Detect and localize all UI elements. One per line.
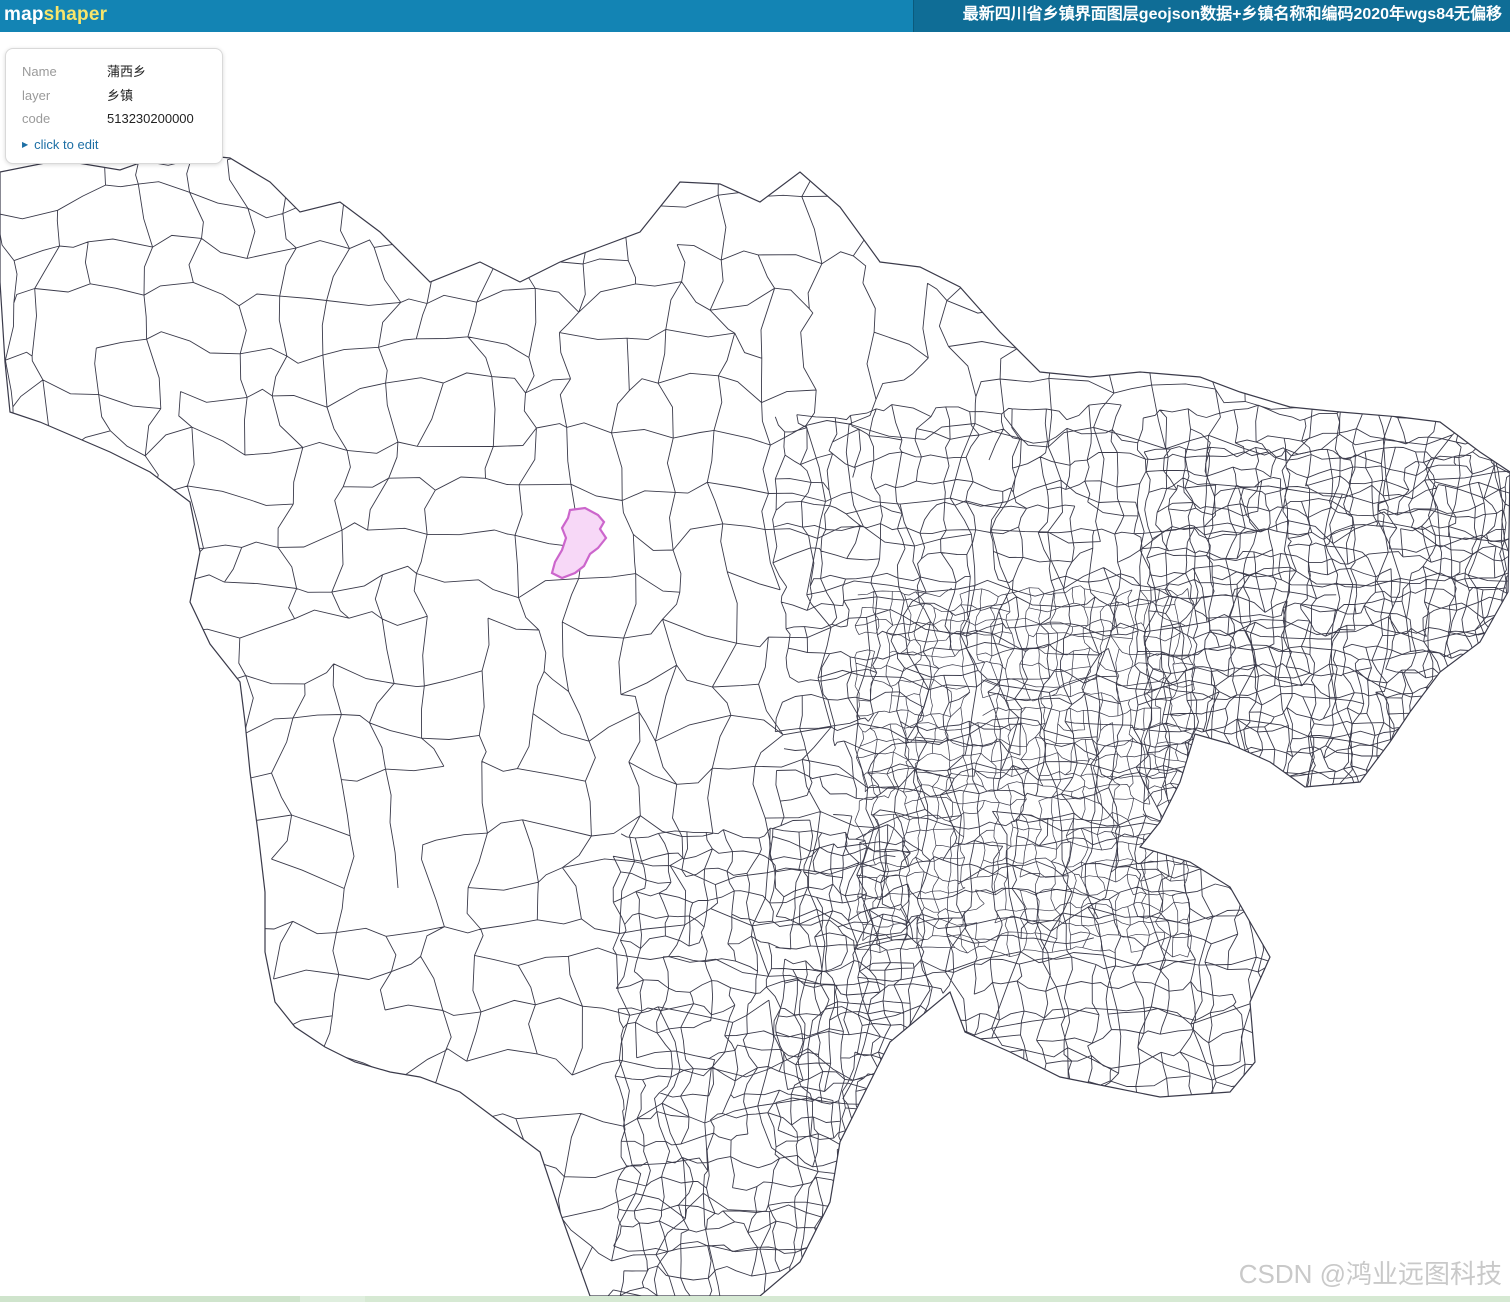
click-to-edit-link[interactable]: ▶ click to edit [22,137,98,153]
township-boundaries [0,152,1510,1296]
top-bar: mapshaper 最新四川省乡镇界面图层geojson数据+乡镇名称和编码20… [0,0,1510,32]
map-canvas[interactable] [0,32,1510,1296]
popup-value-code: 513230200000 [107,111,194,126]
bottom-strip-segment [365,1296,1510,1302]
township-boundary-lines [612,824,915,1296]
popup-key-code: code [22,111,51,126]
edit-link-label: click to edit [34,137,99,152]
popup-key-layer: layer [22,88,51,103]
selected-township-highlight[interactable] [550,506,608,580]
popup-key-name: Name [22,64,57,79]
mapshaper-app: mapshaper 最新四川省乡镇界面图层geojson数据+乡镇名称和编码20… [0,0,1510,1302]
expand-triangle-icon: ▶ [22,140,29,149]
township-boundary-lines [769,402,1510,1141]
township-boundary-map[interactable] [0,32,1510,1296]
map-title: 最新四川省乡镇界面图层geojson数据+乡镇名称和编码2020年wgs84无偏… [962,6,1502,23]
province-outline [0,151,1510,1296]
logo-main-text: map [4,4,44,25]
popup-value-layer: 乡镇 [107,88,134,103]
watermark: CSDN @鸿业远图科技 [1238,1259,1502,1289]
bottom-status-strip [0,1296,1510,1302]
logo-accent-text: shaper [43,4,108,25]
feature-info-popup: Name 蒲西乡 layer 乡镇 code 513230200000 ▶ cli… [5,48,223,164]
township-boundary-lines [0,152,1510,1296]
map-title-box: 最新四川省乡镇界面图层geojson数据+乡镇名称和编码2020年wgs84无偏… [913,0,1510,32]
bottom-strip-segment [0,1296,300,1302]
popup-value-name: 蒲西乡 [107,64,147,79]
app-logo[interactable]: mapshaper [4,3,107,27]
